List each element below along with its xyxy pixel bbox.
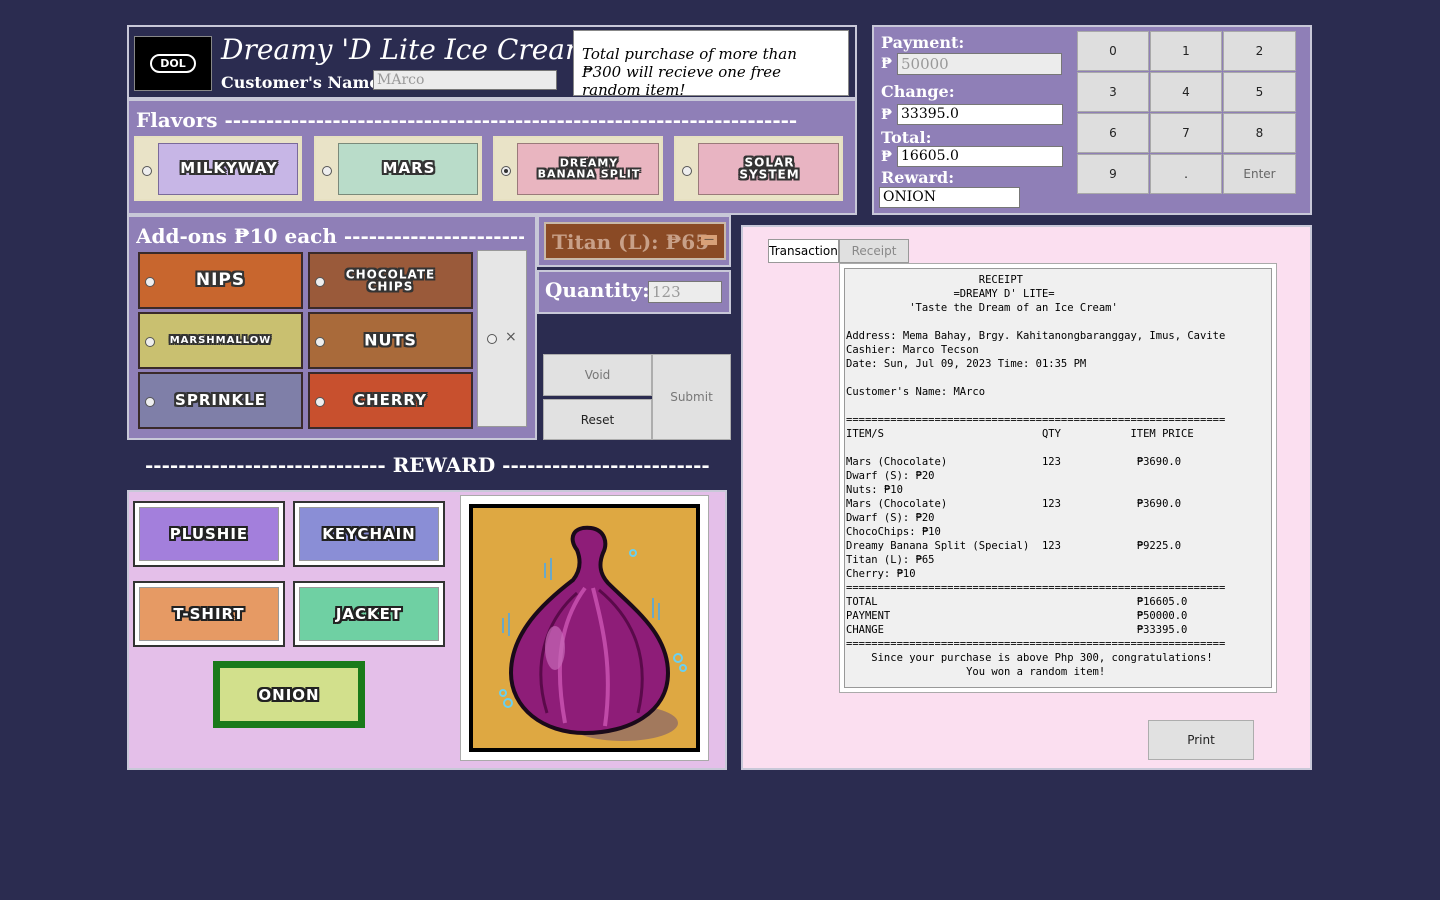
peso-sign: ₱ [881, 149, 893, 165]
flavor-radio[interactable] [682, 166, 692, 176]
reward-swatch: PLUSHIE [139, 507, 279, 561]
key-enter[interactable]: Enter [1223, 154, 1296, 194]
addon-sprinkle[interactable]: SPRINKLE [138, 372, 303, 429]
peso-sign: ₱ [881, 56, 893, 72]
reward-t-shirt[interactable]: T-SHIRT [133, 581, 285, 647]
reward-swatch: ONION [220, 668, 358, 721]
customer-name-field[interactable]: MArco [373, 70, 557, 90]
reward-label: Reward: [881, 168, 955, 187]
reward-onion[interactable]: ONION [213, 661, 365, 728]
flavor-label: MILKYWAY [180, 158, 278, 177]
size-label: Titan (L): ₱65 [552, 230, 710, 254]
size-dropdown[interactable]: Titan (L): ₱65 — [544, 222, 726, 260]
key-6[interactable]: 6 [1077, 113, 1149, 153]
addon-nuts[interactable]: NUTS [308, 312, 473, 369]
flavor-mars[interactable]: MARS [314, 136, 482, 201]
receipt-box: RECEIPT =DREAMY D' LITE= 'Taste the Drea… [839, 263, 1277, 693]
peso-sign: ₱ [881, 107, 893, 123]
flavors-panel: Flavors --------------------------------… [127, 99, 857, 215]
reward-label: ONION [258, 685, 320, 704]
onion-icon [499, 525, 687, 741]
logo: DOL [134, 36, 212, 91]
reset-button[interactable]: Reset [543, 399, 652, 440]
addon-chocolate-chips[interactable]: CHOCOLATE CHIPS [308, 252, 473, 309]
reward-image [469, 504, 700, 752]
reward-label: PLUSHIE [169, 525, 249, 543]
addon-nips[interactable]: NIPS [138, 252, 303, 309]
key-1[interactable]: 1 [1150, 31, 1222, 71]
receipt-text-area[interactable]: RECEIPT =DREAMY D' LITE= 'Taste the Drea… [844, 268, 1272, 688]
addon-clear-option[interactable]: × [477, 250, 527, 427]
addon-label: MARSHMALLOW [169, 334, 272, 346]
key-2[interactable]: 2 [1223, 31, 1296, 71]
reward-swatch: JACKET [299, 587, 439, 641]
reward-swatch: KEYCHAIN [299, 507, 439, 561]
flavors-heading: Flavors --------------------------------… [136, 108, 798, 132]
flavor-label: DREAMY BANANA SPLIT [537, 155, 641, 181]
flavor-radio[interactable] [501, 166, 511, 176]
reward-field[interactable]: ONION [879, 187, 1020, 208]
key-3[interactable]: 3 [1077, 72, 1149, 112]
key-0[interactable]: 0 [1077, 31, 1149, 71]
addon-label: CHOCOLATE CHIPS [345, 266, 436, 294]
logo-badge: DOL [150, 54, 196, 73]
quantity-field[interactable]: 123 [648, 281, 722, 303]
change-field[interactable]: 33395.0 [897, 104, 1063, 125]
receipt-text: RECEIPT =DREAMY D' LITE= 'Taste the Drea… [846, 274, 1226, 678]
reward-plushie[interactable]: PLUSHIE [133, 501, 285, 567]
collapse-icon[interactable]: — [701, 235, 717, 245]
payment-panel: Payment: ₱ 50000 Change: ₱ 33395.0 Total… [872, 25, 1312, 215]
change-label: Change: [881, 82, 955, 101]
total-label: Total: [881, 128, 932, 147]
receipt-panel: Transaction Receipt RECEIPT =DREAMY D' L… [741, 225, 1312, 770]
reward-jacket[interactable]: JACKET [293, 581, 445, 647]
size-panel: Titan (L): ₱65 — [537, 215, 731, 267]
key-7[interactable]: 7 [1150, 113, 1222, 153]
addons-heading: Add-ons ₱10 each -----------------------… [136, 224, 524, 248]
flavor-label: SOLAR SYSTEM [739, 154, 800, 182]
key-4[interactable]: 4 [1150, 72, 1222, 112]
key-9[interactable]: 9 [1077, 154, 1149, 194]
void-button[interactable]: Void [543, 354, 652, 396]
tab-transaction[interactable]: Transaction [768, 239, 839, 263]
payment-label: Payment: [881, 33, 965, 52]
submit-button[interactable]: Submit [652, 354, 731, 440]
reward-label: JACKET [335, 605, 403, 623]
addon-cherry[interactable]: CHERRY [308, 372, 473, 429]
reward-swatch: T-SHIRT [139, 587, 279, 641]
key-5[interactable]: 5 [1223, 72, 1296, 112]
addons-panel: Add-ons ₱10 each -----------------------… [127, 215, 537, 440]
clear-icon: × [505, 329, 517, 345]
print-button[interactable]: Print [1148, 720, 1254, 760]
payment-field[interactable]: 50000 [897, 53, 1062, 75]
flavor-milkyway[interactable]: MILKYWAY [134, 136, 302, 201]
reward-image-frame [460, 495, 709, 761]
header-panel: DOL Dreamy 'D Lite Ice Cream Customer's … [127, 25, 857, 99]
reward-keychain[interactable]: KEYCHAIN [293, 501, 445, 567]
reward-panel: PLUSHIE KEYCHAIN T-SHIRT JACKET ONION [127, 490, 727, 770]
addon-label: CHERRY [354, 390, 427, 409]
flavor-dreamy-banana-split[interactable]: DREAMY BANANA SPLIT [493, 136, 663, 201]
flavor-radio[interactable] [322, 166, 332, 176]
quantity-label: Quantity: [545, 278, 650, 302]
reward-label: KEYCHAIN [322, 525, 416, 543]
addon-label: NIPS [195, 269, 246, 290]
addon-label: SPRINKLE [175, 390, 266, 409]
flavor-label: MARS [382, 158, 436, 177]
tab-receipt[interactable]: Receipt [839, 239, 909, 263]
addon-marshmallow[interactable]: MARSHMALLOW [138, 312, 303, 369]
addon-clear-radio[interactable] [487, 334, 497, 344]
app-title: Dreamy 'D Lite Ice Cream [221, 33, 592, 66]
reward-label: T-SHIRT [173, 605, 245, 623]
customer-name-label: Customer's Name: [221, 73, 386, 92]
promo-box: Total purchase of more than ₱300 will re… [573, 30, 849, 99]
total-field[interactable]: 16605.0 [897, 146, 1063, 167]
flavor-solar-system[interactable]: SOLAR SYSTEM [674, 136, 843, 201]
flavor-radio[interactable] [142, 166, 152, 176]
addon-label: NUTS [364, 330, 417, 350]
reward-heading: ----------------------------- REWARD ---… [145, 453, 710, 477]
key-decimal[interactable]: . [1150, 154, 1222, 194]
quantity-panel: Quantity: 123 [537, 270, 731, 314]
key-8[interactable]: 8 [1223, 113, 1296, 153]
